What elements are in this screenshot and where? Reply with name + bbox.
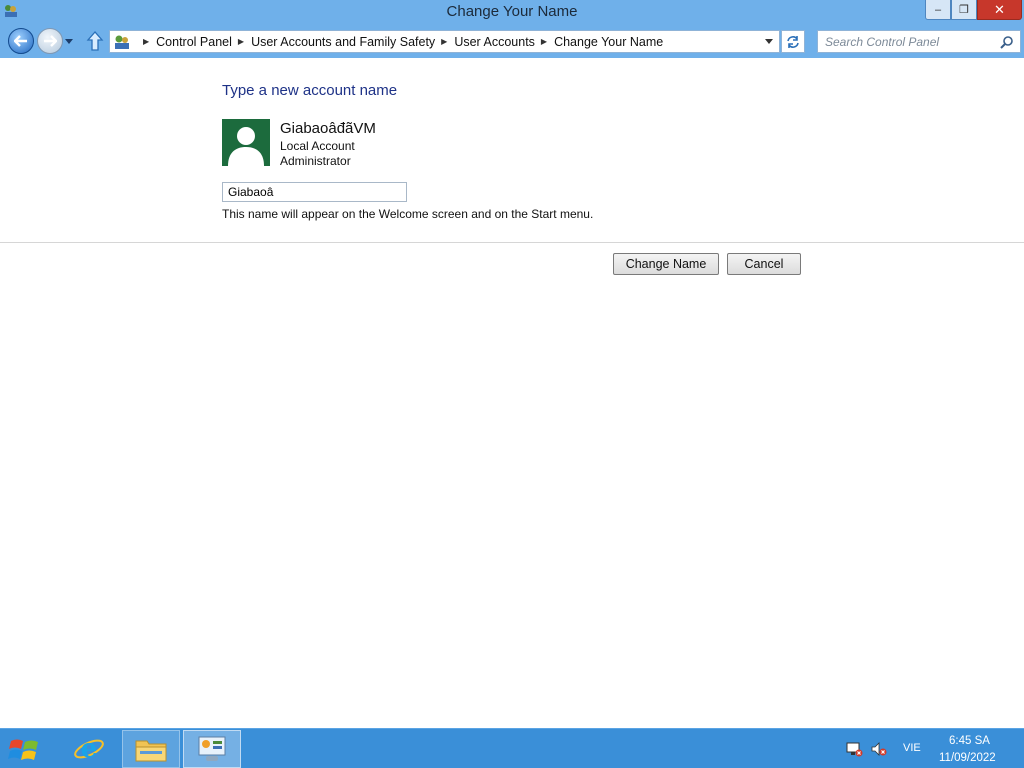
forward-arrow-icon — [44, 35, 57, 47]
search-icon[interactable] — [1000, 35, 1014, 49]
breadcrumb-change-your-name[interactable]: Change Your Name — [554, 35, 663, 49]
search-box[interactable] — [817, 30, 1021, 53]
address-dropdown-icon[interactable] — [765, 39, 773, 44]
address-bar[interactable]: ▶ Control Panel ▶ User Accounts and Fami… — [109, 30, 780, 53]
account-name: GiabaoâđãVM — [280, 120, 376, 137]
divider — [0, 242, 1024, 243]
user-avatar-icon — [228, 127, 264, 166]
up-arrow-icon[interactable] — [86, 31, 104, 51]
refresh-icon — [787, 35, 799, 48]
account-role: Administrator — [280, 154, 351, 168]
breadcrumb-control-panel[interactable]: Control Panel — [156, 35, 232, 49]
taskbar: e VIE 6:45 SA 11/09/2022 — [0, 728, 1024, 768]
account-type: Local Account — [280, 139, 355, 153]
breadcrumb-user-accounts[interactable]: User Accounts — [454, 35, 535, 49]
breadcrumb-user-accounts-family-safety[interactable]: User Accounts and Family Safety — [251, 35, 435, 49]
control-panel-icon — [115, 35, 129, 49]
clock-date[interactable]: 11/09/2022 — [939, 752, 996, 764]
maximize-button[interactable]: ❐ — [951, 0, 977, 20]
breadcrumb-separator[interactable]: ▶ — [541, 37, 547, 46]
taskbar-control-panel[interactable] — [183, 730, 241, 768]
language-indicator[interactable]: VIE — [903, 742, 921, 754]
change-name-button[interactable]: Change Name — [613, 253, 719, 275]
title-bar[interactable]: Change Your Name – ❐ ✕ — [0, 0, 1024, 24]
cancel-button[interactable]: Cancel — [727, 253, 801, 275]
taskbar-file-explorer[interactable] — [122, 730, 180, 768]
forward-button[interactable] — [37, 28, 63, 54]
control-panel-taskbar-icon — [198, 736, 226, 761]
taskbar-internet-explorer[interactable]: e — [60, 730, 118, 768]
minimize-button[interactable]: – — [925, 0, 951, 20]
back-button[interactable] — [8, 28, 34, 54]
navigation-bar: ▶ Control Panel ▶ User Accounts and Fami… — [0, 24, 1024, 58]
refresh-button[interactable] — [781, 30, 805, 53]
close-button[interactable]: ✕ — [977, 0, 1022, 20]
network-icon[interactable] — [845, 741, 863, 757]
breadcrumb-separator[interactable]: ▶ — [238, 37, 244, 46]
windows-logo-icon[interactable] — [8, 735, 42, 765]
user-avatar — [222, 119, 270, 166]
back-arrow-icon — [14, 35, 27, 47]
file-explorer-icon — [135, 740, 167, 762]
page-heading: Type a new account name — [222, 82, 398, 99]
clock-time[interactable]: 6:45 SA — [949, 735, 990, 747]
window-title: Change Your Name — [446, 3, 578, 20]
breadcrumb-separator[interactable]: ▶ — [441, 37, 447, 46]
breadcrumb-separator[interactable]: ▶ — [143, 37, 149, 46]
internet-explorer-icon: e — [74, 734, 104, 764]
new-account-name-input[interactable] — [222, 182, 407, 202]
name-hint-text: This name will appear on the Welcome scr… — [222, 207, 594, 221]
svg-text:e: e — [81, 734, 98, 764]
volume-muted-icon[interactable] — [870, 741, 888, 757]
search-input[interactable] — [818, 31, 998, 52]
recent-pages-dropdown-icon[interactable] — [64, 38, 74, 46]
